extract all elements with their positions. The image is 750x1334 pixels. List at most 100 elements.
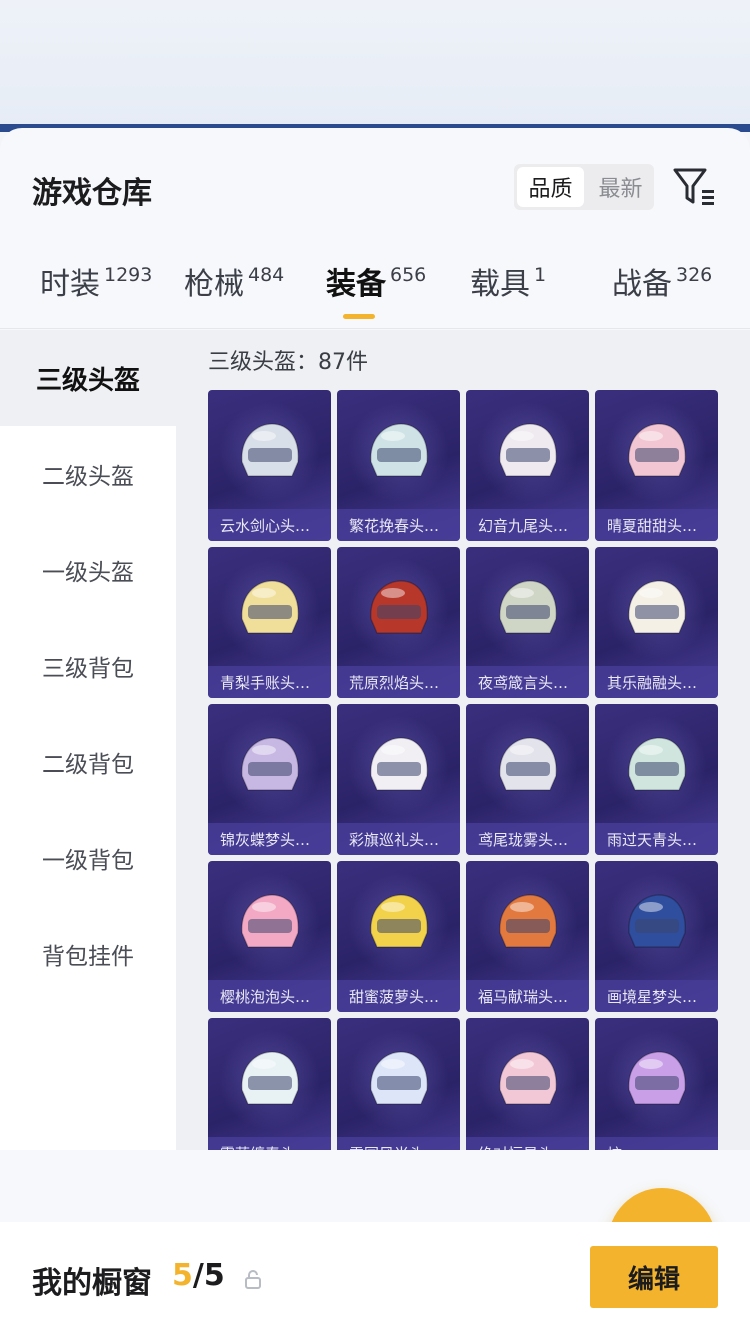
warehouse-sheet: 游戏仓库 品质 最新 时装 1293 枪械 484 装备 656 载具 1 战备… [0,128,750,1334]
item-card[interactable]: 雪国风尚头… [337,1018,460,1150]
tab-label: 载具 [470,267,530,302]
tab-vehicles[interactable]: 载具 1 [470,256,546,314]
item-name: 画境星梦头… [595,980,718,1012]
sort-segmented-control: 品质 最新 [514,164,654,210]
item-name: 锦灰蝶梦头… [208,823,331,855]
item-card[interactable]: 彩旗巡礼头… [337,704,460,855]
item-name: 福马献瑞头… [466,980,589,1012]
helmet-icon [499,580,557,634]
item-grid-area: 三级头盔：87件 云水剑心头… 繁花挽春头… 幻音九尾头… 晴夏甜甜头… 青梨手账头… 荒… [176,330,750,1150]
item-name: 彩旗巡礼头… [337,823,460,855]
filter-icon[interactable] [672,166,716,208]
helmet-icon [370,737,428,791]
item-card[interactable]: 幻音九尾头… [466,390,589,541]
helmet-icon [628,737,686,791]
item-card[interactable]: 其乐融融头… [595,547,718,698]
item-name: 夜鸢箴言头… [466,666,589,698]
item-card[interactable]: 甜蜜菠萝头… [337,861,460,1012]
tab-label: 枪械 [184,267,244,302]
helmet-icon [370,894,428,948]
showcase-count: 5/5 [172,1258,225,1293]
tab-count: 326 [676,264,713,286]
status-bar [14,6,730,36]
helmet-icon [370,423,428,477]
item-card[interactable]: 炫… [595,1018,718,1150]
item-card[interactable]: 樱桃泡泡头… [208,861,331,1012]
showcase-total: /5 [192,1258,225,1293]
item-name: 鸢尾珑雾头… [466,823,589,855]
tab-fashion[interactable]: 时装 1293 [40,256,152,314]
tabs-divider [0,328,750,329]
item-name: 荒原烈焰头… [337,666,460,698]
tab-label: 战备 [612,267,672,302]
tab-supplies[interactable]: 战备 326 [612,256,712,314]
item-name: 其乐融融头… [595,666,718,698]
tab-count: 484 [248,264,285,286]
subcategory-sidebar: 三级头盔 二级头盔 一级头盔 三级背包 二级背包 一级背包 背包挂件 [0,330,176,1150]
item-card[interactable]: 荒原烈焰头… [337,547,460,698]
item-card[interactable]: 晴夏甜甜头… [595,390,718,541]
item-card[interactable]: 繁花挽春头… [337,390,460,541]
helmet-icon [628,423,686,477]
blurred-nav [32,66,332,102]
helmet-icon [241,1051,299,1105]
showcase-current: 5 [172,1258,193,1293]
category-tabs: 时装 1293 枪械 484 装备 656 载具 1 战备 326 [0,256,750,326]
sort-quality-button[interactable]: 品质 [517,167,584,207]
item-name: 青梨手账头… [208,666,331,698]
helmet-icon [241,580,299,634]
sidebar-item-level2-helmet[interactable]: 二级头盔 [0,426,176,522]
item-name: 雾蓝缠春头… [208,1137,331,1150]
item-card[interactable]: 雨过天青头… [595,704,718,855]
item-card[interactable]: 福马献瑞头… [466,861,589,1012]
helmet-icon [370,580,428,634]
blurred-header [0,0,750,130]
showcase-bar: 我的橱窗 5/5 编辑 [0,1222,750,1334]
tab-equipment[interactable]: 装备 656 [326,256,426,314]
sheet-title: 游戏仓库 [32,176,152,211]
item-card[interactable]: 青梨手账头… [208,547,331,698]
active-tab-indicator [343,314,375,319]
sidebar-item-level3-helmet[interactable]: 三级头盔 [0,330,176,426]
item-card[interactable]: 云水剑心头… [208,390,331,541]
item-name: 云水剑心头… [208,509,331,541]
helmet-icon [499,894,557,948]
sidebar-item-level3-backpack[interactable]: 三级背包 [0,618,176,714]
item-name: 樱桃泡泡头… [208,980,331,1012]
sidebar-item-level1-backpack[interactable]: 一级背包 [0,810,176,906]
tab-label: 时装 [40,267,100,302]
helmet-icon [370,1051,428,1105]
sidebar-item-level2-backpack[interactable]: 二级背包 [0,714,176,810]
item-count-label: 三级头盔：87件 [208,350,368,375]
item-name: 雪国风尚头… [337,1137,460,1150]
item-name: 晴夏甜甜头… [595,509,718,541]
item-name: 幻音九尾头… [466,509,589,541]
sort-newest-button[interactable]: 最新 [587,164,654,210]
helmet-icon [241,423,299,477]
item-card[interactable]: 鸢尾珑雾头… [466,704,589,855]
helmet-icon [241,737,299,791]
item-name: 甜蜜菠萝头… [337,980,460,1012]
helmet-icon [628,580,686,634]
item-name: 绝对恒星头… [466,1137,589,1150]
item-card[interactable]: 绝对恒星头… [466,1018,589,1150]
item-name: 炫… [595,1137,718,1150]
tab-count: 1 [534,264,547,286]
item-card[interactable]: 雾蓝缠春头… [208,1018,331,1150]
sidebar-item-level1-helmet[interactable]: 一级头盔 [0,522,176,618]
helmet-icon [499,423,557,477]
item-card[interactable]: 画境星梦头… [595,861,718,1012]
lock-icon [245,1270,261,1289]
tab-count: 1293 [104,264,153,286]
item-name: 雨过天青头… [595,823,718,855]
helmet-icon [241,894,299,948]
helmet-icon [499,737,557,791]
tab-guns[interactable]: 枪械 484 [184,256,284,314]
helmet-icon [628,894,686,948]
edit-button[interactable]: 编辑 [590,1246,718,1308]
helmet-icon [628,1051,686,1105]
helmet-icon [499,1051,557,1105]
sidebar-item-backpack-pendant[interactable]: 背包挂件 [0,906,176,1002]
item-card[interactable]: 锦灰蝶梦头… [208,704,331,855]
item-card[interactable]: 夜鸢箴言头… [466,547,589,698]
